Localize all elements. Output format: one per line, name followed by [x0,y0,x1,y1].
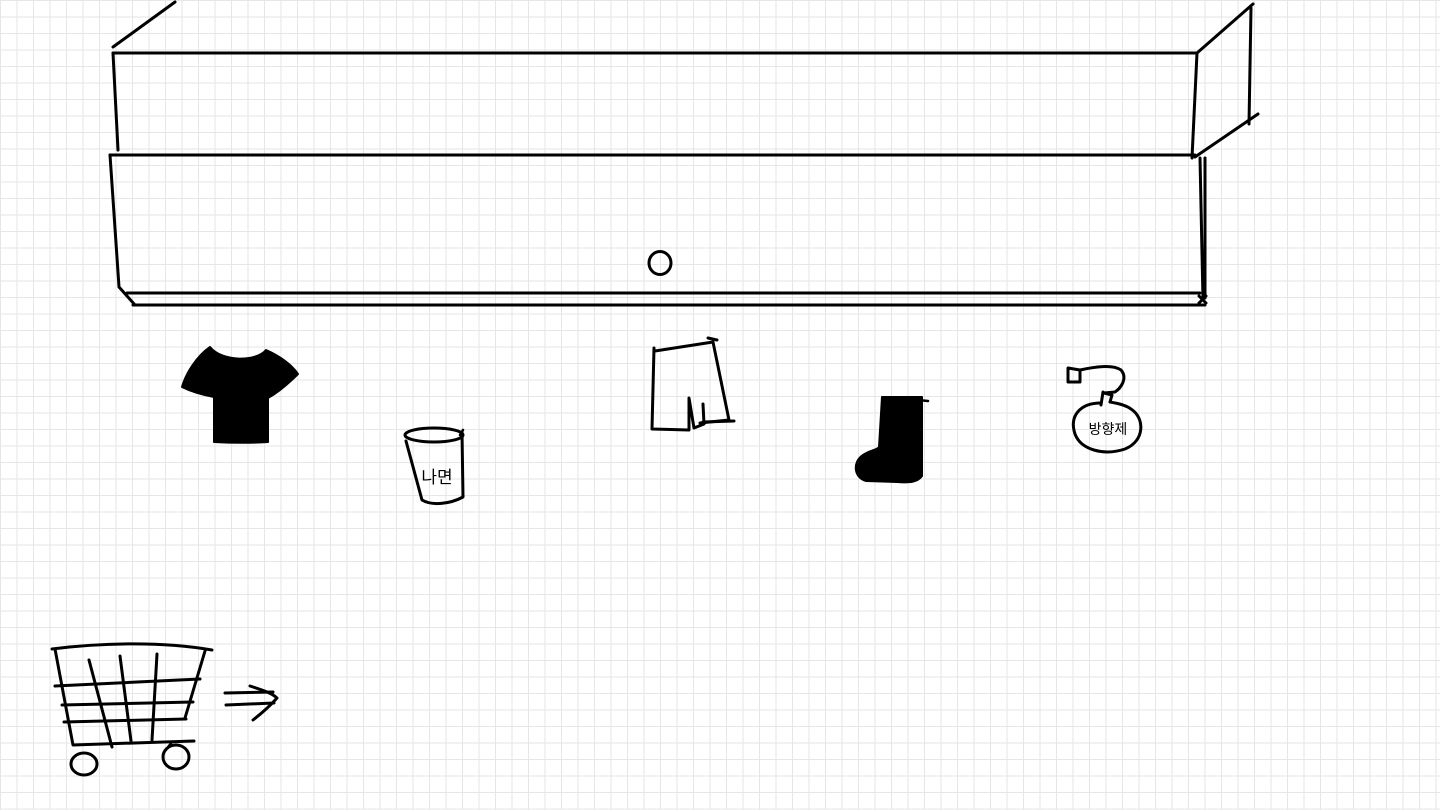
shopping-cart-icon [50,642,214,777]
sketch-canvas: 나면 방향제 [0,0,1440,810]
box-right-upper-edge [1190,51,1199,160]
box-right-lower-edge [1198,156,1205,302]
cup-label: 나면 [421,468,452,488]
box-left-lower-edge [108,153,137,307]
pants-icon [650,336,736,432]
tshirt-icon [181,346,299,444]
box-left-upper-edge [111,51,120,152]
box-right-middle-depth [1193,112,1260,159]
bottle-icon: 방향제 [1066,365,1143,454]
box-top-left-edge [111,0,177,49]
box-right-top-depth [1195,2,1255,55]
sock-icon [854,396,930,484]
drawer-knob [647,250,673,276]
storage-box [108,0,1260,307]
bottle-label: 방향제 [1089,422,1128,438]
cup-icon: 나면 [403,426,465,506]
box-right-back-edge [1247,6,1253,126]
arrow-right-icon [223,684,279,722]
sketch-drawing: 나면 방향제 [50,0,1260,777]
